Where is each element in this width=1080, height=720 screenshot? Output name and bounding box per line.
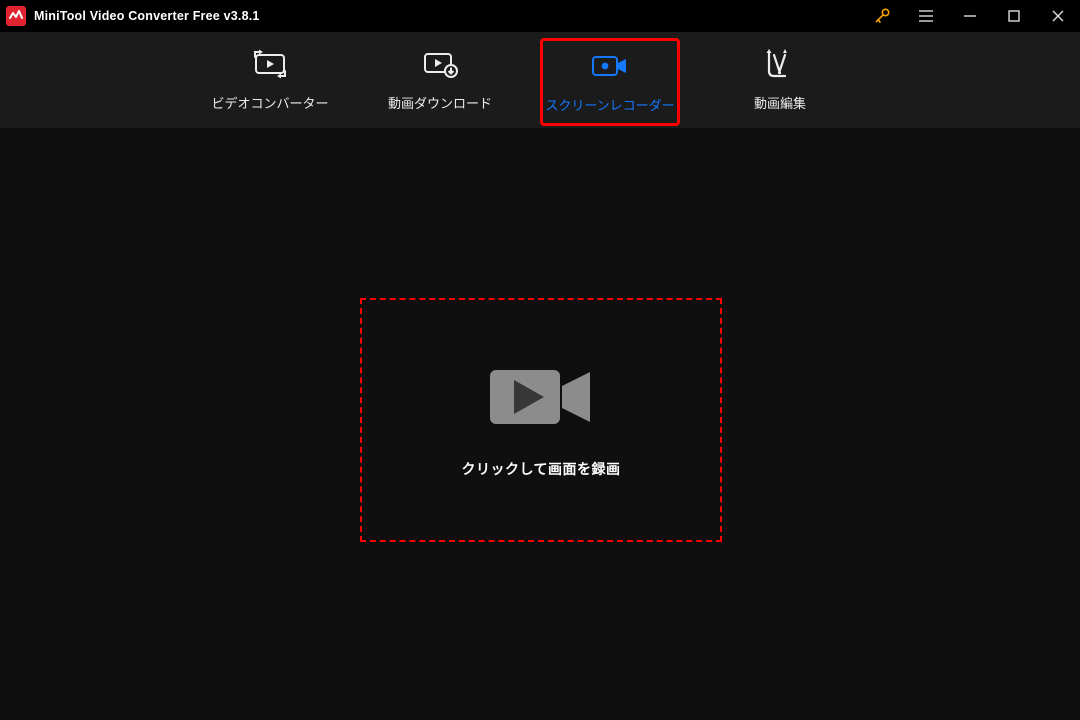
tab-video-downloader[interactable]: 動画ダウンロード <box>370 32 510 128</box>
tab-label: 動画ダウンロード <box>388 93 492 112</box>
tab-label: ビデオコンバーター <box>211 93 328 112</box>
edit-icon <box>763 49 797 79</box>
menu-button[interactable] <box>904 0 948 32</box>
tab-video-converter[interactable]: ビデオコンバーター <box>200 32 340 128</box>
tab-screen-recorder[interactable]: スクリーンレコーダー <box>540 38 680 126</box>
titlebar: MiniTool Video Converter Free v3.8.1 <box>0 0 1080 32</box>
close-button[interactable] <box>1036 0 1080 32</box>
record-area-label: クリックして画面を録画 <box>461 459 620 479</box>
main-area: クリックして画面を録画 <box>0 128 1080 720</box>
convert-icon <box>251 49 289 79</box>
tab-label: 動画編集 <box>754 93 806 112</box>
tab-video-editor[interactable]: 動画編集 <box>710 32 850 128</box>
maximize-button[interactable] <box>992 0 1036 32</box>
license-key-button[interactable] <box>860 0 904 32</box>
camera-play-icon <box>486 362 596 437</box>
record-icon <box>590 51 630 81</box>
app-title: MiniTool Video Converter Free v3.8.1 <box>34 9 260 23</box>
tab-label: スクリーンレコーダー <box>545 95 674 114</box>
download-icon <box>421 49 459 79</box>
tabstrip: ビデオコンバーター 動画ダウンロード スクリーンレコーダー <box>0 32 1080 128</box>
record-area-button[interactable]: クリックして画面を録画 <box>360 298 722 542</box>
app-logo <box>6 6 26 26</box>
minimize-button[interactable] <box>948 0 992 32</box>
